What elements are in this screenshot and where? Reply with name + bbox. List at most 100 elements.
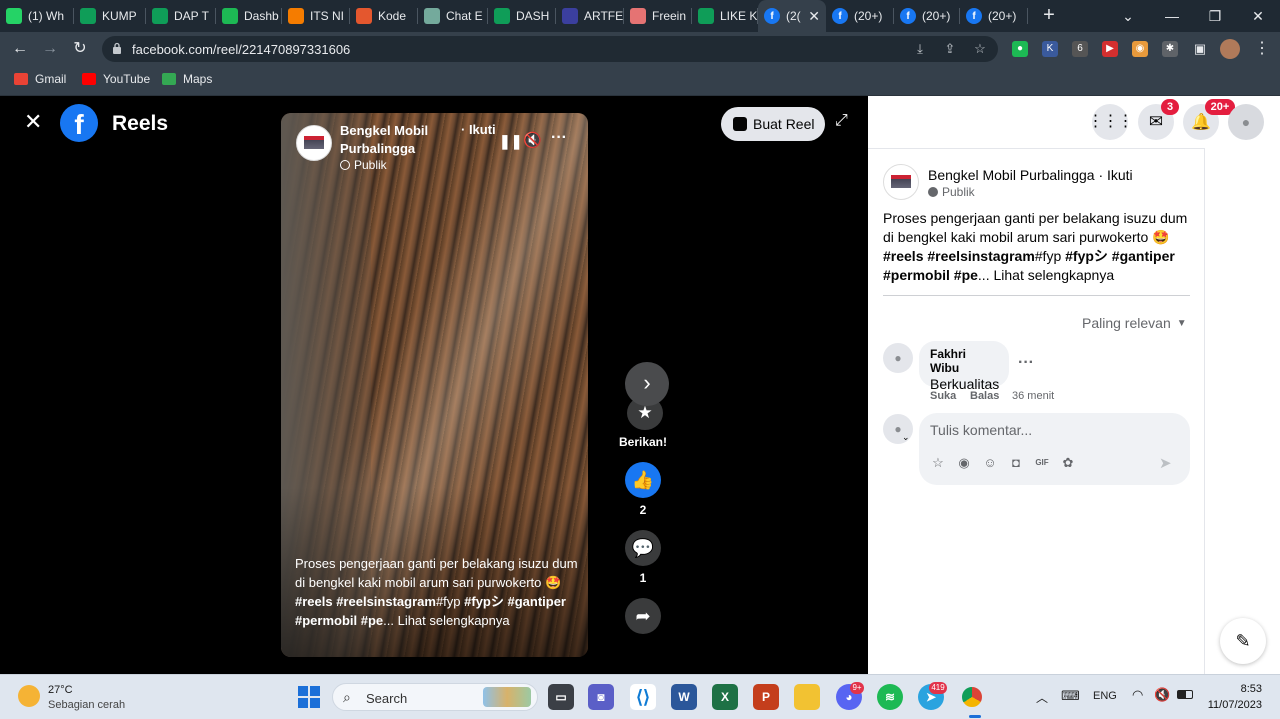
word-icon[interactable]: W: [671, 684, 697, 710]
comment-reply-link[interactable]: Balas: [970, 390, 999, 402]
avatar-sticker-icon[interactable]: ☆: [929, 454, 947, 472]
commenter-avatar[interactable]: ●: [883, 343, 913, 373]
bookmark-gmail[interactable]: Gmail: [14, 72, 66, 86]
post-tags-a[interactable]: #reels #reelsinstagram: [883, 248, 1035, 264]
comment-icon[interactable]: 💬: [625, 530, 661, 566]
create-reel-button[interactable]: Buat Reel: [721, 107, 825, 141]
browser-tab[interactable]: LIKE K: [692, 0, 758, 32]
like-icon[interactable]: 👍: [625, 462, 661, 498]
clock-time[interactable]: 8:53: [1210, 683, 1262, 695]
mute-icon[interactable]: 🔇: [523, 131, 542, 149]
sticker-pack-icon[interactable]: ✿: [1059, 454, 1077, 472]
comment-author[interactable]: Fakhri Wibu: [930, 347, 998, 375]
video-follow-link[interactable]: · Ikuti: [461, 122, 496, 137]
browser-tab[interactable]: ITS NI: [282, 0, 350, 32]
browser-tab[interactable]: f (20+): [826, 0, 894, 32]
back-button[interactable]: ←: [8, 37, 32, 61]
post-page-avatar[interactable]: [883, 164, 919, 200]
language-indicator[interactable]: ENG: [1093, 690, 1117, 702]
post-see-more-link[interactable]: ... Lihat selengkapnya: [978, 267, 1114, 283]
wifi-icon[interactable]: ◠: [1132, 687, 1143, 703]
video-see-more-link[interactable]: ... Lihat selengkapnya: [383, 613, 509, 628]
comment-input[interactable]: Tulis komentar...: [930, 422, 1032, 438]
chrome-icon[interactable]: [959, 684, 985, 710]
browser-tab[interactable]: Dashb: [216, 0, 282, 32]
keyboard-icon[interactable]: ⌨: [1061, 688, 1080, 704]
sticker-icon[interactable]: ◉: [955, 454, 973, 472]
clock-date[interactable]: 11/07/2023: [1200, 699, 1262, 711]
browser-tab[interactable]: f (20+): [894, 0, 960, 32]
extension-icon[interactable]: ●: [1012, 41, 1028, 57]
comment-like-link[interactable]: Suka: [930, 390, 956, 402]
account-avatar[interactable]: ●: [1228, 104, 1264, 140]
new-message-icon[interactable]: ✎: [1220, 618, 1266, 664]
menu-icon[interactable]: ⋮: [1250, 37, 1274, 61]
excel-icon[interactable]: X: [712, 684, 738, 710]
reload-button[interactable]: ↻: [68, 37, 92, 61]
taskbar-search-box[interactable]: ⌕ Search: [332, 683, 538, 711]
browser-tab[interactable]: Freein: [624, 0, 692, 32]
close-tab-icon[interactable]: ✕: [808, 8, 820, 25]
weather-temp[interactable]: 27°C: [48, 684, 73, 696]
post-tags-c[interactable]: #fypシ #gantiper: [1065, 248, 1175, 264]
weather-sun-icon[interactable]: [18, 685, 40, 707]
tab-search-icon[interactable]: ⌄: [1106, 0, 1150, 32]
share-icon[interactable]: ➦: [625, 598, 661, 634]
forward-button[interactable]: →: [38, 37, 62, 61]
browser-tab[interactable]: KUMP: [74, 0, 146, 32]
video-page-name[interactable]: Bengkel Mobil Purbalingga: [340, 122, 460, 158]
comment-composer[interactable]: Tulis komentar... ☆ ◉ ☺ ◘ GIF ✿ ➤: [919, 413, 1190, 485]
bookmark-maps[interactable]: Maps: [162, 72, 212, 86]
post-tags-b[interactable]: #fyp: [1035, 248, 1061, 264]
volume-icon[interactable]: 🔇: [1154, 687, 1170, 703]
close-icon[interactable]: ✕: [24, 111, 44, 133]
post-tags-d[interactable]: #permobil #pe: [883, 267, 978, 283]
file-explorer-icon[interactable]: [794, 684, 820, 710]
video-caption-fyp[interactable]: #fyp: [436, 594, 461, 609]
video-caption-tags[interactable]: #reels #reelsinstagram: [295, 594, 436, 609]
browser-tab[interactable]: Chat E: [418, 0, 488, 32]
browser-tab[interactable]: f (2(✕: [758, 0, 826, 32]
next-reel-button[interactable]: ›: [625, 362, 669, 406]
minimize-button[interactable]: —: [1150, 0, 1194, 32]
extension-icon[interactable]: 6: [1072, 41, 1088, 57]
browser-tab[interactable]: DASH: [488, 0, 556, 32]
fullscreen-icon[interactable]: ⤢: [835, 112, 848, 130]
share-icon[interactable]: ⇪: [942, 41, 958, 57]
powerpoint-icon[interactable]: P: [753, 684, 779, 710]
browser-tab[interactable]: f (20+): [960, 0, 1028, 32]
close-window-button[interactable]: ✕: [1236, 0, 1280, 32]
vscode-icon[interactable]: ⟨⟩: [630, 684, 656, 710]
sort-comments-dropdown[interactable]: Paling relevan ▼: [1082, 315, 1187, 331]
comment-more-icon[interactable]: ···: [1018, 354, 1034, 372]
bookmark-youtube[interactable]: YouTube: [82, 72, 150, 86]
teams-chat-icon[interactable]: ◙: [588, 684, 614, 710]
url-text[interactable]: facebook.com/reel/221470897331606: [132, 42, 350, 57]
install-app-icon[interactable]: ⤓: [912, 41, 928, 57]
browser-tab[interactable]: Kode: [350, 0, 418, 32]
tray-overflow-icon[interactable]: ︿: [1036, 689, 1048, 706]
side-panel-icon[interactable]: ▣: [1188, 37, 1212, 61]
facebook-logo-icon[interactable]: f: [60, 104, 98, 142]
gif-icon[interactable]: GIF: [1033, 454, 1051, 472]
menu-grid-icon[interactable]: ⋮⋮⋮: [1088, 104, 1134, 140]
extension-icon[interactable]: ◉: [1132, 41, 1148, 57]
send-icon[interactable]: ➤: [1159, 454, 1172, 472]
spotify-icon[interactable]: ≋: [877, 684, 903, 710]
battery-icon[interactable]: [1177, 690, 1193, 699]
pause-icon[interactable]: ❚❚: [499, 133, 522, 150]
profile-avatar[interactable]: [1220, 39, 1240, 59]
address-bar[interactable]: facebook.com/reel/221470897331606 ⤓ ⇪ ☆: [102, 36, 998, 62]
browser-tab[interactable]: (1) Wh: [0, 0, 74, 32]
reel-video[interactable]: Bengkel Mobil Purbalingga · Ikuti Publik…: [281, 113, 588, 657]
extension-icon[interactable]: ▶: [1102, 41, 1118, 57]
camera-icon[interactable]: ◘: [1007, 454, 1025, 472]
new-tab-button[interactable]: +: [1038, 4, 1060, 26]
weather-desc[interactable]: Sebagian cerah: [48, 699, 125, 711]
windows-start-icon[interactable]: [296, 684, 322, 710]
extension-icon[interactable]: K: [1042, 41, 1058, 57]
emoji-icon[interactable]: ☺: [981, 454, 999, 472]
bookmark-star-icon[interactable]: ☆: [972, 41, 988, 57]
video-more-icon[interactable]: ···: [551, 129, 567, 147]
post-page-name[interactable]: Bengkel Mobil Purbalingga · Ikuti: [928, 167, 1133, 183]
